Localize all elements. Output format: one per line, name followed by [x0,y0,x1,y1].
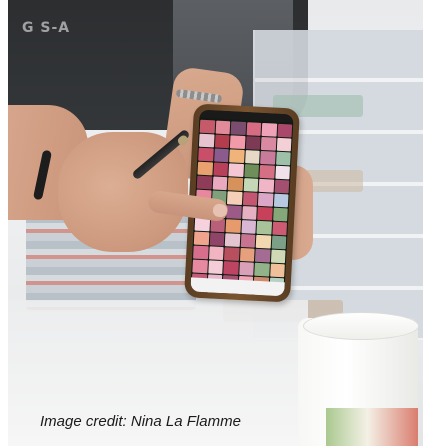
photo-thumbnail [246,122,262,136]
photo-thumbnail [276,137,292,152]
photo-thumbnail [226,191,243,205]
shirt-print-text: G S-A [22,20,71,36]
photo-thumbnail [277,123,293,138]
photo-thumbnail [256,220,272,235]
photo-thumbnail [260,136,276,151]
photo-thumbnail [197,161,213,176]
photo-thumbnail [254,248,271,263]
photo-thumbnail [208,246,224,261]
photo-thumbnail [229,149,245,164]
photo-thumbnail [193,231,209,246]
photo-thumbnail [274,179,290,194]
photo-thumbnail [241,206,257,220]
photo-thumbnail [272,207,288,222]
photo-thumbnail [228,163,244,178]
photo-thumbnail [213,148,229,163]
photo-thumbnail [214,134,230,149]
photo-thumbnail [212,176,228,191]
photo-thumbnail [198,147,214,162]
photo-thumbnail [207,260,223,275]
photo-thumbnail [193,245,209,260]
photo-thumbnail [212,162,229,177]
photo-thumbnail [224,233,240,247]
jar-label [326,408,418,446]
photo-thumbnail [198,133,215,148]
photo-thumbnail [258,178,274,193]
photo-thumbnail [223,247,240,261]
photo-thumbnail [240,233,256,248]
photo-thumbnail [269,263,285,278]
photo-thumbnail [275,151,291,166]
photo-thumbnail [239,247,255,262]
photo-thumbnail [192,259,208,274]
photo-thumbnail [270,249,286,264]
photo-thumbnail [254,262,270,277]
photo-thumbnail [257,206,273,221]
photo-thumbnail [271,235,287,250]
photo-thumbnail [240,220,257,234]
photo-thumbnail [259,164,275,179]
photo-thumbnail [260,150,276,165]
photo-thumbnail [273,193,289,208]
photo-thumbnail [243,164,260,178]
photo-thumbnail [215,120,231,135]
photo-thumbnail [243,178,259,192]
photo-thumbnail [255,234,271,249]
photo-thumbnail [226,205,242,219]
photo-thumbnail [199,119,215,134]
photo-thumbnail [238,261,254,276]
photo-thumbnail [196,175,212,190]
photo-thumbnail [257,192,274,207]
photo-thumbnail [227,177,243,191]
photo-thumbnail [274,165,290,180]
photo: G S-A [8,0,423,446]
photo-thumbnail [271,221,288,236]
jar-lid [303,312,419,340]
photo-thumbnail [223,261,239,275]
photo-thumbnail [229,135,246,150]
photo-thumbnail [261,122,277,137]
image-credit: Image credit: Nina La Flamme [40,413,241,430]
photo-thumbnail [209,232,225,247]
photo-thumbnail [225,219,241,233]
photo-thumbnail [245,136,261,150]
photo-thumbnail [230,121,246,136]
photo-thumbnail [242,192,258,206]
photo-thumbnail [244,150,260,164]
